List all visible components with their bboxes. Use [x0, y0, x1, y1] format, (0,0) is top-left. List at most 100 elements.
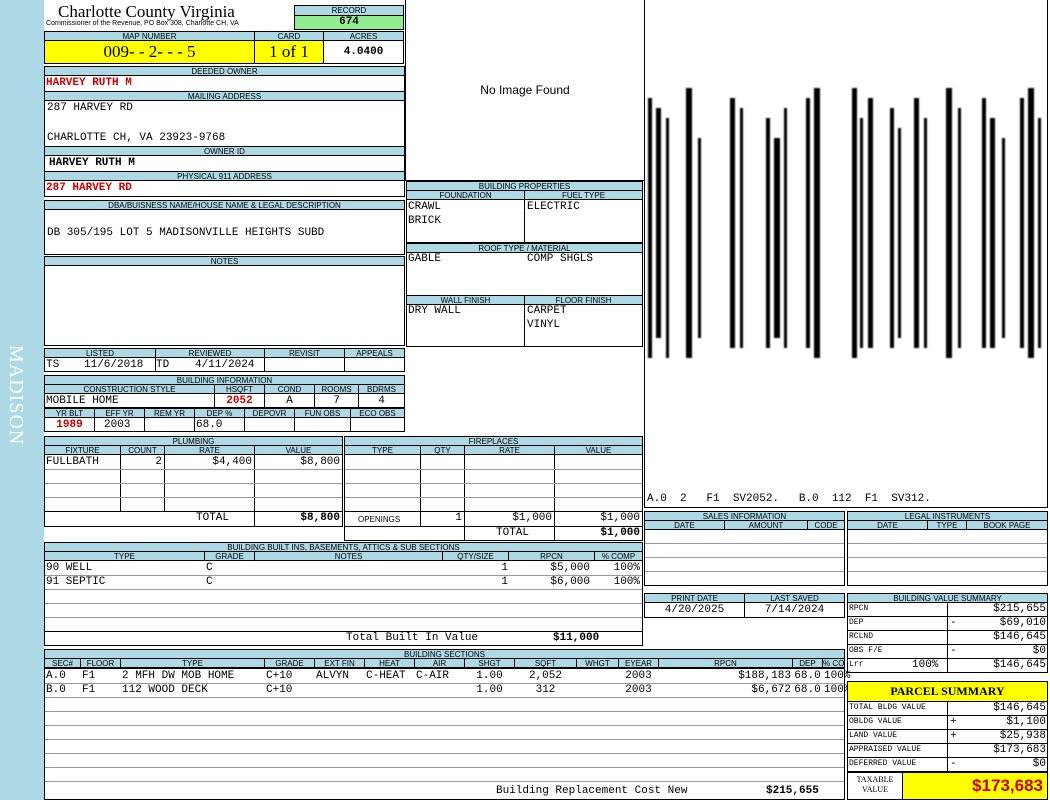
notes-box — [44, 265, 405, 346]
section-comp: 100% — [824, 684, 851, 696]
section-eyear: 2003 — [625, 684, 652, 696]
value-summary-value: $0 — [1032, 645, 1046, 657]
sections-col-header: HEAT — [364, 658, 415, 668]
section-ext: ALVYN — [316, 670, 350, 682]
parcel-summary-title: PARCEL SUMMARY — [847, 681, 1048, 702]
section-rpcn: $6,672 — [751, 684, 791, 696]
section-grade: C+10 — [266, 684, 293, 696]
builtins-total-label: Total Built In Value — [346, 632, 479, 644]
value-summary-value: $146,645 — [993, 631, 1046, 643]
builtin-qty: 1 — [501, 562, 508, 574]
sections-col-header: % COMP — [822, 658, 845, 668]
year-built: 1989 — [56, 419, 83, 431]
listed-date: 11/6/2018 — [84, 359, 144, 371]
section-shgt: 1.00 — [476, 684, 503, 696]
section-floor: F1 — [82, 670, 96, 682]
value-summary-value: $215,655 — [993, 603, 1046, 615]
builtin-rpcn: $5,000 — [550, 562, 590, 574]
sections-col-header: SQFT — [514, 658, 577, 668]
map-number: 009- - 2- - - 5 — [44, 40, 255, 64]
last-saved: 7/14/2024 — [764, 604, 825, 616]
plumbing-count: 2 — [155, 456, 162, 468]
builtin-grade: C — [206, 562, 213, 574]
section-type: 2 MFH DW MOB HOME — [122, 670, 235, 682]
parcel-row-label: TOTAL BLDG VALUE — [849, 703, 926, 712]
sections-col-header: FLOOR — [80, 658, 121, 668]
value-summary-label: RCLND — [849, 632, 874, 641]
section-air: C-AIR — [416, 670, 450, 682]
roof-box — [406, 252, 643, 296]
section-sqft: 312 — [535, 684, 556, 696]
sections-col-header: AIR — [414, 658, 465, 668]
wall-finish: DRY WALL — [408, 305, 461, 317]
value-summary-label: Lrr — [849, 660, 864, 669]
hsqft: 2052 — [226, 395, 253, 407]
section-dep: 68.0 — [794, 670, 821, 682]
sections-col-header: GRADE — [264, 658, 315, 668]
fireplaces-total-label: TOTAL — [496, 527, 530, 539]
sections-col-header: WHGT — [576, 658, 619, 668]
listed-by: TS — [46, 359, 60, 371]
sections-col-header: SHGT — [464, 658, 515, 668]
rooms: 7 — [333, 395, 340, 407]
section-grade: C+10 — [266, 670, 293, 682]
card-number: 1 of 1 — [254, 40, 324, 64]
sections-col-header: DEP — [792, 658, 823, 668]
foundation-1: CRAWL — [408, 201, 442, 213]
floor-finish-2: VINYL — [527, 319, 561, 331]
no-image-text: No Image Found — [480, 83, 570, 97]
sections-col-header: EXT FIN — [314, 658, 365, 668]
condition: A — [286, 395, 293, 407]
parcel-row-label: LAND VALUE — [849, 731, 898, 740]
builtin-comp: 100% — [613, 576, 640, 588]
district-label: MADISON — [5, 345, 27, 446]
builtin-rpcn: $6,000 — [550, 576, 590, 588]
sections-col-header: EYEAR — [618, 658, 659, 668]
acres-value: 4.0400 — [323, 40, 404, 64]
parcel-row-label: DEFERRED VALUE — [849, 759, 917, 768]
value-summary-label: DEP — [849, 618, 864, 627]
fireplaces-openings-label: OPENINGS — [358, 515, 401, 524]
taxable-value: $173,683 — [902, 772, 1048, 800]
sections-row-divider — [45, 711, 844, 712]
district-sidebar: MADISON — [0, 0, 44, 800]
plumbing-total-label: TOTAL — [196, 512, 230, 524]
section-type: 112 WOOD DECK — [122, 684, 208, 696]
builtin-type: 90 WELL — [46, 562, 93, 574]
section-sec: A.0 — [46, 670, 66, 682]
section-floor: F1 — [82, 684, 96, 696]
sections-col-header: SEC# — [44, 658, 81, 668]
fireplaces-total: $1,000 — [600, 527, 640, 539]
sketch-drawing — [648, 88, 1041, 358]
parcel-row-value: $25,938 — [999, 730, 1046, 742]
value-summary-value: $146,645 — [993, 659, 1046, 671]
builtin-qty: 1 — [501, 576, 508, 588]
parcel-row-label: APPRAISED VALUE — [849, 745, 922, 754]
plumbing-value: $8,800 — [300, 456, 340, 468]
section-rpcn: $188,183 — [738, 670, 791, 682]
fireplaces-qty: 1 — [455, 512, 462, 524]
parcel-row-value: $146,645 — [993, 702, 1046, 714]
effective-year: 2003 — [104, 419, 131, 431]
taxable-label-1: TAXABLE — [856, 775, 894, 784]
section-shgt: 1.00 — [476, 670, 503, 682]
taxable-label-2: VALUE — [861, 785, 889, 794]
depreciation-pct: 68.0 — [196, 419, 223, 431]
bedrooms: 4 — [378, 395, 385, 407]
floor-finish-1: CARPET — [527, 305, 567, 317]
sketch-caption: A.0 2 F1 SV2052. B.0 112 F1 SV312. — [647, 493, 931, 505]
plumbing-total: $8,800 — [300, 512, 340, 524]
sections-col-header: TYPE — [120, 658, 265, 668]
builtin-type: 91 SEPTIC — [46, 576, 106, 588]
builtin-grade: C — [206, 576, 213, 588]
section-dep: 68.0 — [794, 684, 821, 696]
replacement-cost-label: Building Replacement Cost New — [496, 785, 688, 797]
fireplaces-rate: $1,000 — [512, 512, 552, 524]
fireplaces-value: $1,000 — [600, 512, 640, 524]
office-address: Commissioner of the Revenue, PO Box 308,… — [46, 20, 239, 27]
parcel-row-value: $0 — [1032, 758, 1046, 770]
fuel-type: ELECTRIC — [527, 201, 580, 213]
sections-row-divider — [45, 781, 844, 782]
value-summary-pct: 100% — [912, 659, 939, 671]
plumbing-rate: $4,400 — [212, 456, 252, 468]
